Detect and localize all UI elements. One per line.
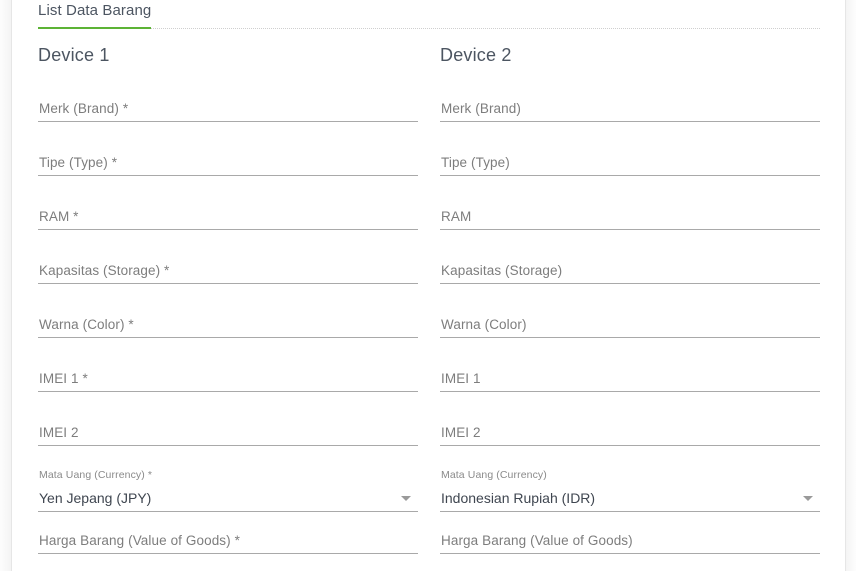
field-mata-uang-currency-2[interactable]: Mata Uang (Currency) Indonesian Rupiah (…: [440, 466, 820, 520]
kapasitas-storage-input-2[interactable]: [440, 256, 820, 284]
ram-input-1[interactable]: [38, 202, 418, 230]
field-imei-1-device-1[interactable]: IMEI 1 *: [38, 358, 418, 412]
field-underline: [38, 445, 418, 446]
field-label: Mata Uang (Currency) *: [39, 469, 153, 481]
warna-color-input-1[interactable]: [38, 310, 418, 338]
field-tipe-type-1[interactable]: Tipe (Type) *: [38, 142, 418, 196]
chevron-down-icon[interactable]: [401, 496, 411, 501]
imei-1-input-device-1[interactable]: [38, 364, 418, 392]
field-underline: [38, 121, 418, 122]
chevron-down-icon[interactable]: [803, 496, 813, 501]
field-underline: [440, 337, 820, 338]
field-mata-uang-currency-1[interactable]: Mata Uang (Currency) * Yen Jepang (JPY): [38, 466, 418, 520]
field-tipe-type-2[interactable]: Tipe (Type): [440, 142, 820, 196]
field-underline: [440, 121, 820, 122]
ram-input-2[interactable]: [440, 202, 820, 230]
imei-2-input-device-1[interactable]: [38, 418, 418, 446]
page-left-gutter: [0, 0, 11, 571]
device-1-column: Device 1 Merk (Brand) * Tipe (Type) * RA…: [38, 44, 418, 574]
merk-brand-input-1[interactable]: [38, 94, 418, 122]
field-underline: [38, 283, 418, 284]
imei-2-input-device-2[interactable]: [440, 418, 820, 446]
field-underline: [440, 391, 820, 392]
page-left-rule: [11, 0, 12, 571]
field-underline: [38, 553, 418, 554]
device-columns: Device 1 Merk (Brand) * Tipe (Type) * RA…: [38, 44, 820, 574]
field-underline: [440, 553, 820, 554]
tipe-type-input-1[interactable]: [38, 148, 418, 176]
field-warna-color-1[interactable]: Warna (Color) *: [38, 304, 418, 358]
field-underline: [440, 511, 820, 512]
field-underline: [440, 283, 820, 284]
tab-list-data-barang[interactable]: List Data Barang: [38, 2, 152, 29]
field-warna-color-2[interactable]: Warna (Color): [440, 304, 820, 358]
field-underline: [440, 445, 820, 446]
field-imei-1-device-2[interactable]: IMEI 1: [440, 358, 820, 412]
field-underline: [440, 229, 820, 230]
field-underline: [38, 229, 418, 230]
form-page: List Data Barang Device 1 Merk (Brand) *…: [0, 0, 856, 571]
field-underline: [38, 175, 418, 176]
page-right-rule: [845, 0, 846, 571]
harga-barang-input-1[interactable]: [38, 526, 418, 554]
field-ram-2[interactable]: RAM: [440, 196, 820, 250]
field-kapasitas-storage-2[interactable]: Kapasitas (Storage): [440, 250, 820, 304]
mata-uang-select-1[interactable]: [38, 482, 418, 511]
tab-bar: List Data Barang: [38, 0, 820, 31]
device-1-heading: Device 1: [38, 45, 110, 65]
tab-bar-divider: [38, 28, 820, 29]
field-imei-2-device-2[interactable]: IMEI 2: [440, 412, 820, 466]
field-label: Mata Uang (Currency): [441, 469, 547, 481]
field-kapasitas-storage-1[interactable]: Kapasitas (Storage) *: [38, 250, 418, 304]
field-underline: [38, 391, 418, 392]
field-harga-barang-1[interactable]: Harga Barang (Value of Goods) *: [38, 520, 418, 574]
device-2-column: Device 2 Merk (Brand) Tipe (Type) RAM Ka…: [440, 44, 820, 574]
kapasitas-storage-input-1[interactable]: [38, 256, 418, 284]
page-right-gutter: [846, 0, 856, 571]
field-underline: [440, 175, 820, 176]
field-imei-2-device-1[interactable]: IMEI 2: [38, 412, 418, 466]
harga-barang-input-2[interactable]: [440, 526, 820, 554]
field-merk-brand-1[interactable]: Merk (Brand) *: [38, 88, 418, 142]
field-underline: [38, 511, 418, 512]
field-harga-barang-2[interactable]: Harga Barang (Value of Goods): [440, 520, 820, 574]
merk-brand-input-2[interactable]: [440, 94, 820, 122]
field-ram-1[interactable]: RAM *: [38, 196, 418, 250]
tipe-type-input-2[interactable]: [440, 148, 820, 176]
field-merk-brand-2[interactable]: Merk (Brand): [440, 88, 820, 142]
warna-color-input-2[interactable]: [440, 310, 820, 338]
field-underline: [38, 337, 418, 338]
imei-1-input-device-2[interactable]: [440, 364, 820, 392]
mata-uang-select-2[interactable]: [440, 482, 820, 511]
device-2-heading: Device 2: [440, 45, 512, 65]
